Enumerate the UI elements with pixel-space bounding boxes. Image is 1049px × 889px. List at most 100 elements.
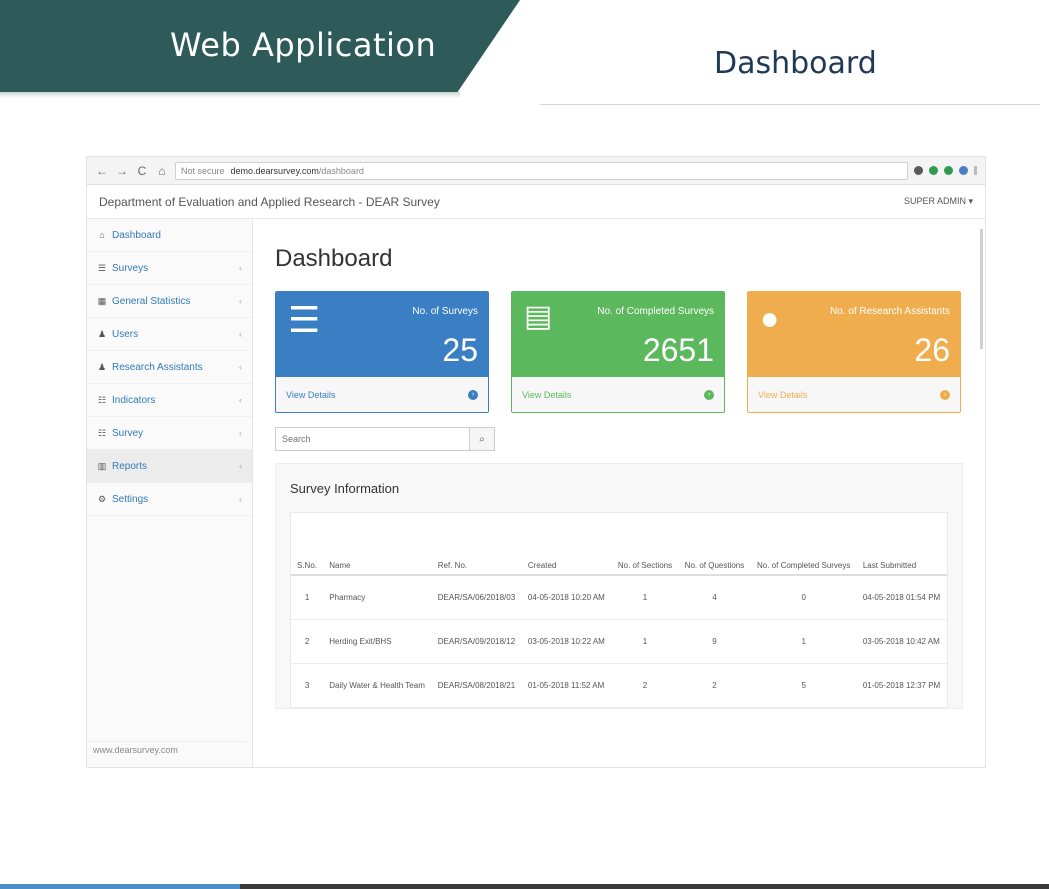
extension-icons — [914, 166, 977, 175]
divider — [540, 104, 1040, 105]
user-menu[interactable]: SUPER ADMIN ▾ — [904, 196, 973, 207]
view-details-label: View Details — [758, 389, 808, 400]
table-cell: 04-05-2018 10:20 AM — [521, 574, 612, 619]
banner-shadow — [0, 92, 460, 98]
panel-title: Survey Information — [290, 480, 400, 496]
url-path: /dashboard — [318, 165, 364, 176]
sidebar-item-reports[interactable]: ▥ Reports ‹ — [87, 450, 252, 483]
card-value: 2651 — [642, 332, 714, 368]
sidebar-item-label: Research Assistants — [112, 361, 203, 373]
app-title: Department of Evaluation and Applied Res… — [99, 194, 440, 209]
sidebar-item-dashboard[interactable]: ⌂ Dashboard — [87, 219, 252, 252]
sidebar-item-label: General Statistics — [112, 295, 191, 307]
chevron-left-icon: ‹ — [239, 296, 242, 306]
column-header: Ref. No. — [431, 513, 522, 576]
card-value: 25 — [442, 332, 478, 368]
sidebar-icon: ♟ — [97, 361, 107, 372]
sidebar-icon: ♟ — [97, 328, 107, 339]
table-row[interactable]: 3 Daily Water & Health Team DEAR/SA/08/201… — [291, 662, 947, 707]
extension-icon[interactable] — [959, 166, 968, 175]
home-icon[interactable]: ⌂ — [155, 164, 169, 178]
user-icon: ● — [760, 300, 780, 336]
arrow-right-icon: › — [704, 389, 714, 400]
sidebar-item-indicators[interactable]: ☷ Indicators ‹ — [87, 384, 252, 417]
table-cell: Pharmacy — [323, 574, 432, 619]
table-cell: 2 — [611, 662, 679, 707]
stat-cards: ☰ No. of Surveys 25 View Details › ▤ No.… — [275, 291, 963, 413]
view-details-link[interactable]: View Details › — [276, 377, 488, 412]
forward-arrow-icon[interactable]: → — [115, 164, 129, 178]
card-label: No. of Surveys — [412, 306, 478, 317]
search-icon[interactable]: ⌕ — [469, 427, 495, 451]
chevron-left-icon: ‹ — [239, 494, 242, 504]
sidebar-icon: ☷ — [97, 427, 107, 438]
table-cell: 2 — [291, 618, 324, 663]
arrow-right-icon: › — [468, 389, 478, 400]
table-row[interactable]: 1 Pharmacy DEAR/SA/06/2018/03 04-05-2018 10… — [291, 574, 947, 619]
chevron-left-icon: ‹ — [239, 362, 242, 372]
survey-table-container: S.No. Name Ref. No. Created No. of Sections N… — [290, 512, 948, 708]
sidebar-icon: ▥ — [97, 460, 107, 471]
extension-icon[interactable] — [929, 166, 938, 175]
table-cell: 03-05-2018 10:22 AM — [521, 618, 612, 663]
sidebar-item-general-statistics[interactable]: ▦ General Statistics ‹ — [87, 285, 252, 318]
address-bar[interactable]: Not secure demo.dearsurvey.com/dashboard — [175, 161, 908, 180]
view-details-label: View Details — [522, 389, 572, 400]
reload-icon[interactable]: C — [135, 164, 149, 178]
sidebar-item-content: ▥ Reports — [97, 461, 147, 472]
star-icon[interactable] — [914, 166, 923, 175]
sidebar-item-surveys[interactable]: ☰ Surveys ‹ — [87, 252, 252, 285]
sidebar-icon: ☰ — [97, 262, 107, 273]
sidebar-item-content: ♟ Users — [97, 329, 138, 340]
search-input[interactable] — [275, 427, 469, 451]
table-cell: 1 — [611, 574, 679, 619]
view-details-label: View Details — [286, 389, 336, 400]
table-cell: 01-05-2018 12:37 PM — [856, 662, 947, 707]
table-body: 1 Pharmacy DEAR/SA/06/2018/03 04-05-2018 10… — [291, 574, 947, 707]
chevron-left-icon: ‹ — [239, 329, 242, 339]
table-cell: 1 — [291, 574, 324, 619]
table-cell: 0 — [750, 574, 857, 619]
sidebar-icon: ▦ — [97, 295, 107, 306]
footer-url: www.dearsurvey.com — [87, 741, 247, 755]
slide-subtitle: Dashboard — [714, 46, 877, 81]
chevron-left-icon: ‹ — [239, 263, 242, 273]
table-row[interactable]: 2 Herding Exit/BHS DEAR/SA/09/2018/12 03-05… — [291, 618, 947, 663]
browser-window: ← → C ⌂ Not secure demo.dearsurvey.com/d… — [86, 156, 986, 768]
table-cell: Daily Water & Health Team — [323, 662, 432, 707]
sidebar-item-content: ☷ Indicators — [97, 395, 155, 406]
url-host: demo.dearsurvey.com — [230, 165, 319, 176]
menu-icon[interactable] — [974, 166, 977, 175]
server-icon: ▤ — [524, 300, 553, 333]
table-cell: 2 — [678, 662, 751, 707]
sidebar-item-label: Survey — [112, 427, 144, 439]
table-cell: DEAR/SA/09/2018/12 — [431, 618, 522, 663]
table-cell: Herding Exit/BHS — [323, 618, 432, 663]
sidebar-icon: ⚙ — [97, 493, 107, 504]
card-completed-surveys: ▤ No. of Completed Surveys 2651 View Det… — [511, 291, 725, 413]
page-title: Dashboard — [275, 245, 393, 272]
sidebar-item-label: Reports — [112, 460, 148, 472]
chevron-left-icon: ‹ — [239, 428, 242, 438]
chevron-left-icon: ‹ — [239, 461, 242, 471]
view-details-link[interactable]: View Details › — [512, 377, 724, 412]
column-header: Created — [521, 513, 612, 576]
back-arrow-icon[interactable]: ← — [95, 164, 109, 178]
extension-icon[interactable] — [944, 166, 953, 175]
sidebar-item-settings[interactable]: ⚙ Settings ‹ — [87, 483, 252, 516]
arrow-right-icon: › — [940, 389, 950, 400]
table-cell: 01-05-2018 11:52 AM — [521, 662, 612, 707]
browser-toolbar: ← → C ⌂ Not secure demo.dearsurvey.com/d… — [87, 157, 985, 185]
view-details-link[interactable]: View Details › — [748, 377, 960, 412]
app-header: Department of Evaluation and Applied Res… — [87, 185, 985, 219]
survey-table: S.No. Name Ref. No. Created No. of Sections N… — [291, 513, 947, 707]
scrollbar[interactable] — [980, 229, 983, 349]
sidebar-item-survey[interactable]: ☷ Survey ‹ — [87, 417, 252, 450]
table-cell: 5 — [750, 662, 857, 707]
search-group: ⌕ — [275, 427, 495, 451]
sidebar-item-content: ▦ General Statistics — [97, 295, 191, 307]
sidebar-item-users[interactable]: ♟ Users ‹ — [87, 318, 252, 351]
sidebar-item-research-assistants[interactable]: ♟ Research Assistants ‹ — [87, 351, 252, 384]
table-cell: 9 — [678, 618, 751, 663]
sidebar-item-content: ☰ Surveys — [97, 263, 148, 274]
